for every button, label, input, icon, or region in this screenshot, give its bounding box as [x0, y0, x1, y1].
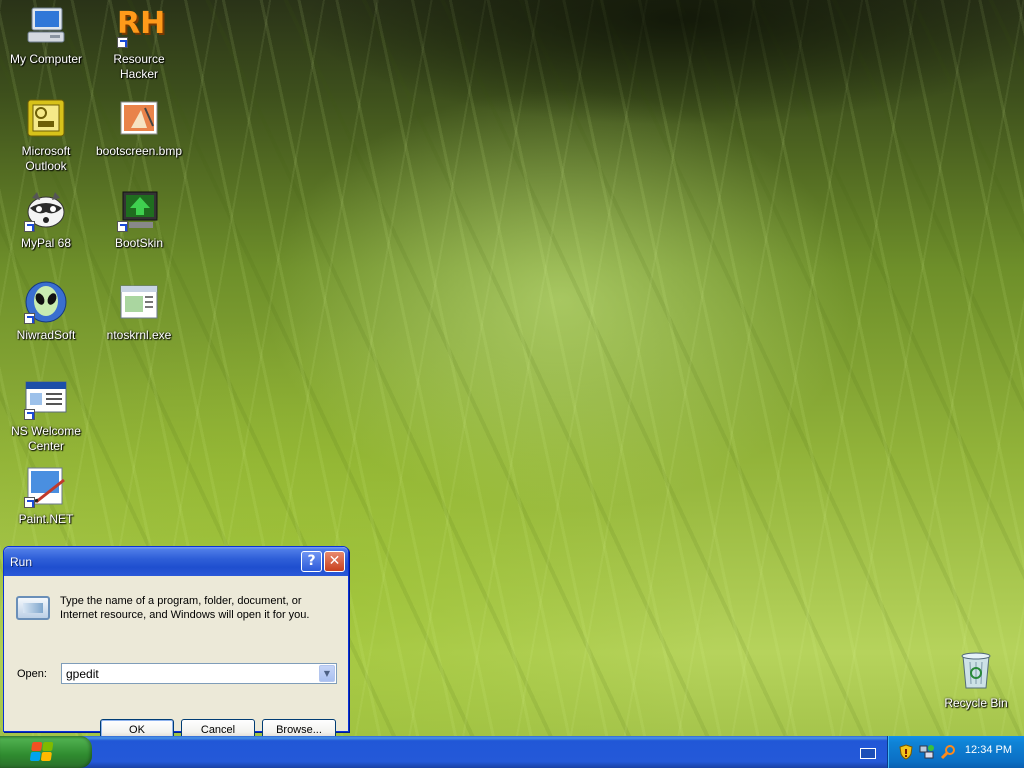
desktop-icon-bootskin[interactable]: BootSkin — [93, 188, 185, 251]
shortcut-arrow-icon — [117, 221, 128, 232]
desktop-icon-mypal-68[interactable]: MyPal 68 — [0, 188, 92, 251]
desktop-icon-label: ntoskrnl.exe — [106, 328, 172, 342]
desktop-icon-label: NS Welcome Center — [11, 424, 81, 453]
desktop-icon-label: Recycle Bin — [944, 696, 1008, 710]
run-dialog: Run ? ✕ Type the name of a program, fold… — [3, 546, 349, 741]
search-icon[interactable] — [940, 744, 956, 760]
network-icon[interactable] — [919, 744, 935, 760]
desktop-icon-label: Resource Hacker — [113, 52, 165, 81]
desktop-icon-label: My Computer — [9, 52, 83, 66]
windows-flag-icon — [29, 742, 55, 762]
desktop-icon-bootscreen-bmp[interactable]: bootscreen.bmp — [93, 96, 185, 159]
resource-hacker-icon: RH — [117, 4, 165, 48]
chevron-down-icon[interactable]: ▼ — [319, 665, 335, 682]
clock[interactable]: 12:34 PM — [965, 744, 1012, 756]
raccoon-icon — [24, 188, 68, 232]
desktop-icon-ntoskrnl-exe[interactable]: ntoskrnl.exe — [93, 280, 185, 343]
taskbar: 12:34 PM — [0, 736, 1024, 768]
desktop-icon-resource-hacker[interactable]: RH Resource Hacker — [93, 4, 185, 82]
desktop-icon-niwradsoft[interactable]: NiwradSoft — [0, 280, 92, 343]
desktop-icon-label: bootscreen.bmp — [95, 144, 183, 158]
system-tray: 12:34 PM — [887, 736, 1024, 768]
run-dialog-titlebar[interactable]: Run ? ✕ — [4, 547, 348, 576]
shortcut-arrow-icon — [24, 221, 35, 232]
start-button[interactable] — [0, 736, 92, 768]
shortcut-arrow-icon — [24, 313, 35, 324]
desktop-icon-my-computer[interactable]: My Computer — [0, 4, 92, 67]
bitmap-image-icon — [117, 96, 161, 140]
alien-icon — [24, 280, 68, 324]
executable-window-icon — [117, 280, 161, 324]
welcome-center-icon — [24, 376, 68, 420]
desktop-icon-microsoft-outlook[interactable]: Microsoft Outlook — [0, 96, 92, 174]
desktop-icon-ns-welcome-center[interactable]: NS Welcome Center — [0, 376, 92, 454]
desktop-icon-label: Paint.NET — [18, 512, 74, 526]
desktop-icon-label: BootSkin — [114, 236, 164, 250]
desktop-icon-paint-net[interactable]: Paint.NET — [0, 464, 92, 527]
paint-net-icon — [24, 464, 68, 508]
my-computer-icon — [24, 4, 68, 48]
desktop-icon-recycle-bin[interactable]: Recycle Bin — [930, 648, 1022, 711]
desktop-icon-label: NiwradSoft — [16, 328, 76, 342]
run-dialog-body: Type the name of a program, folder, docu… — [4, 576, 348, 741]
security-shield-icon[interactable] — [898, 744, 914, 760]
wallpaper-shadow — [280, 0, 1024, 150]
recycle-bin-icon — [954, 648, 998, 692]
run-dialog-title: Run — [10, 554, 33, 569]
run-description: Type the name of a program, folder, docu… — [60, 595, 310, 621]
outlook-icon — [24, 96, 68, 140]
desktop-icon-label: Microsoft Outlook — [21, 144, 71, 173]
bootskin-icon — [117, 188, 161, 232]
shortcut-arrow-icon — [24, 409, 35, 420]
help-button[interactable]: ? — [301, 551, 322, 572]
run-icon — [16, 596, 50, 620]
shortcut-arrow-icon — [24, 497, 35, 508]
close-button[interactable]: ✕ — [324, 551, 345, 572]
open-label: Open: — [17, 668, 47, 680]
desktop-icon-label: MyPal 68 — [20, 236, 72, 250]
open-input[interactable] — [62, 664, 317, 683]
keyboard-icon[interactable] — [860, 748, 876, 759]
shortcut-arrow-icon — [117, 37, 128, 48]
open-combobox[interactable]: ▼ — [61, 663, 337, 684]
